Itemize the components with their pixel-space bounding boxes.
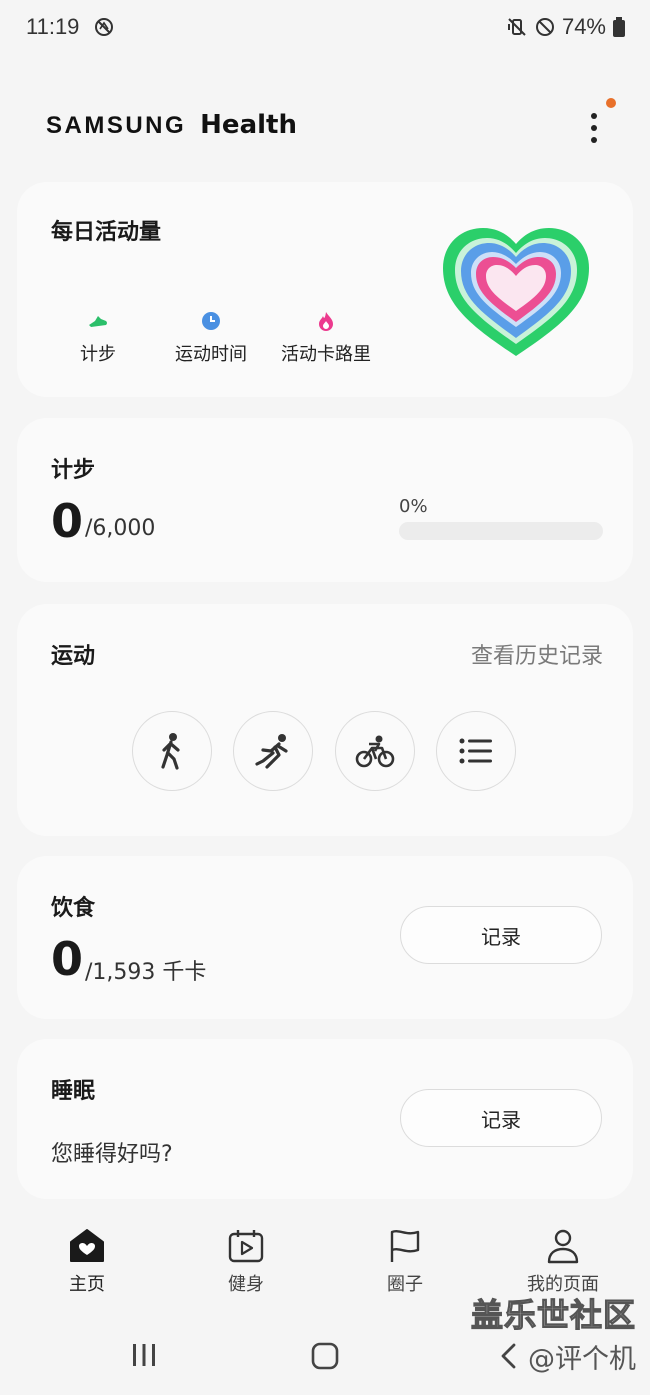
brand-health: Health [200,110,297,140]
activity-heart-ring-icon [443,228,589,356]
sleep-record-button[interactable]: 记录 [400,1089,602,1147]
list-icon [459,738,492,764]
nav-label: 圈子 [387,1274,423,1295]
flame-icon [319,312,333,331]
nav-label: 主页 [69,1274,105,1295]
steps-progress-bar [399,522,603,540]
nav-home[interactable]: 主页 [27,1228,147,1296]
app-header: SAMSUNG Health [0,96,650,160]
walk-icon [161,733,180,770]
nav-fitness[interactable]: 健身 [186,1228,306,1296]
food-goal: /1,593 千卡 [85,960,207,985]
person-icon [547,1229,579,1264]
card-title: 计步 [51,458,96,483]
recent-apps-button[interactable] [130,1342,158,1372]
steps-card[interactable]: 计步 0 /6,000 0% [17,418,633,582]
metric-label: 计步 [80,344,116,365]
metric-steps: 计步 [38,310,158,366]
more-options-button[interactable] [578,108,610,148]
steps-goal: /6,000 [85,516,156,541]
more-exercises-button[interactable] [436,711,516,791]
exercise-card: 运动 查看历史记录 [17,604,633,836]
shoe-icon [89,316,107,327]
clock-icon [202,312,220,330]
watermark-author: @评个机 [528,1344,636,1375]
sleep-question: 您睡得好吗? [51,1142,173,1167]
card-title: 每日活动量 [51,220,162,245]
food-record-button[interactable]: 记录 [400,906,602,964]
nav-together[interactable]: 圈子 [345,1228,465,1296]
metric-active-calories: 活动卡路里 [266,310,386,366]
app-logo: SAMSUNG Health [46,110,297,140]
recent-apps-icon [133,1344,155,1366]
bike-icon [355,735,395,768]
watermark-title: 盖乐世社区 [470,1295,636,1334]
steps-percent: 0% [399,496,428,517]
battery-percent: 74% [561,14,606,39]
mute-vibrate-icon [506,16,528,38]
bike-button[interactable] [335,711,415,791]
run-button[interactable] [233,711,313,791]
view-history-link[interactable]: 查看历史记录 [471,638,603,670]
card-title: 饮食 [51,896,96,921]
daily-activity-card[interactable]: 每日活动量 计步 运动时间 活动卡路里 [17,182,633,397]
metric-exercise-time: 运动时间 [151,310,271,366]
food-card[interactable]: 饮食 0 /1,593 千卡 记录 [17,856,633,1019]
home-button[interactable] [311,1342,339,1374]
sleep-card[interactable]: 睡眠 您睡得好吗? 记录 [17,1039,633,1199]
back-icon [501,1343,516,1369]
back-button[interactable] [499,1342,517,1374]
card-title: 睡眠 [51,1079,96,1104]
food-value: 0 [51,932,84,986]
notification-dot [606,98,616,108]
card-title: 运动 [51,644,96,669]
more-vertical-icon [591,113,597,143]
nav-my-page[interactable]: 我的页面 [503,1228,623,1296]
nav-label: 健身 [228,1274,264,1295]
status-bar: 11:19 74% [0,0,650,56]
no-wifi-sync-icon [94,17,114,37]
battery-icon [612,16,626,38]
fitness-play-icon [228,1230,264,1263]
run-icon [255,734,288,769]
walk-button[interactable] [132,711,212,791]
steps-value: 0 [51,494,84,548]
home-icon [311,1342,339,1370]
do-not-disturb-icon [534,16,556,38]
status-time: 11:19 [26,14,80,39]
flag-icon [390,1230,420,1262]
metric-label: 活动卡路里 [281,344,371,365]
brand-samsung: SAMSUNG [46,112,187,139]
home-heart-icon [70,1229,104,1262]
metric-label: 运动时间 [175,344,247,365]
